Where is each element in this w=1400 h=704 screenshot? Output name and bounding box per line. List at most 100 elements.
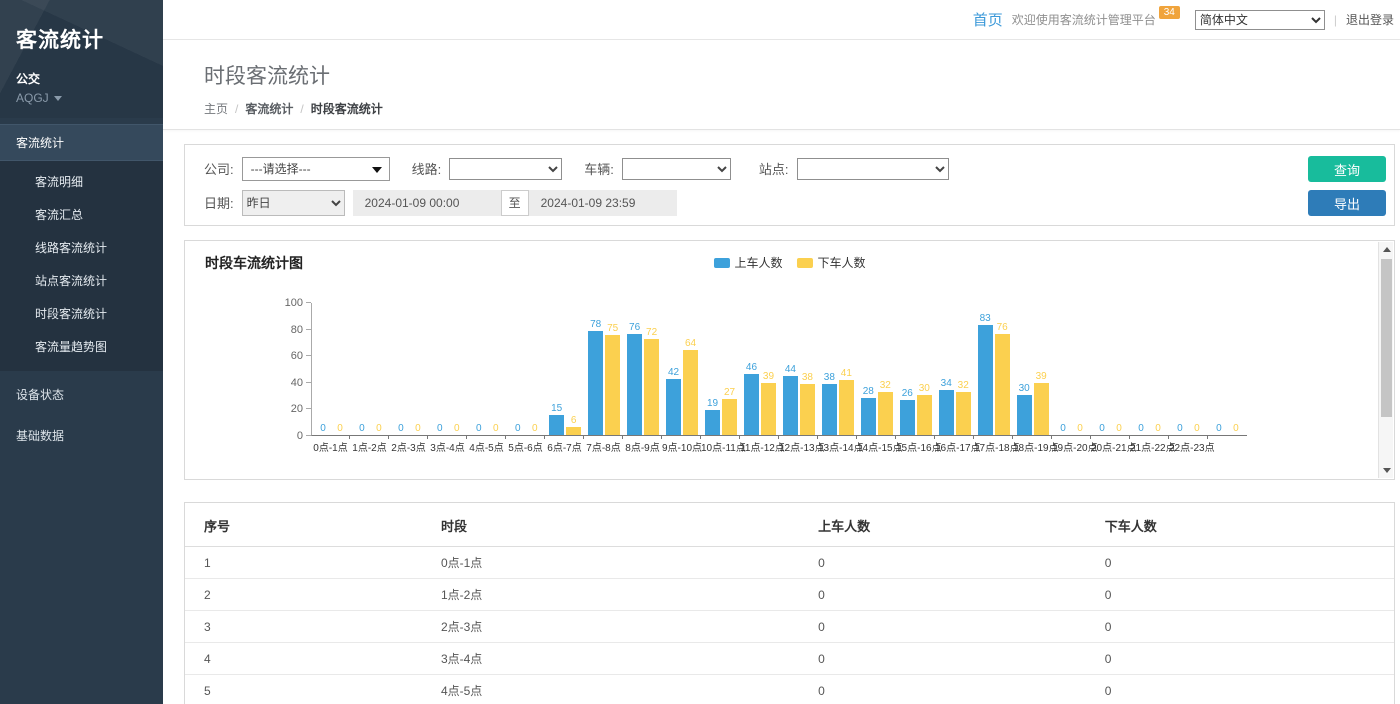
caret-down-icon — [372, 167, 382, 173]
date-end-input[interactable] — [529, 190, 677, 216]
line-select[interactable] — [449, 158, 562, 180]
bar-column: 64 — [683, 303, 698, 435]
bar-value-label: 64 — [685, 337, 696, 350]
logout-link[interactable]: 退出登录 — [1346, 11, 1394, 28]
station-label: 站点: — [759, 159, 789, 178]
bar-group: 15 6 — [546, 303, 585, 435]
station-select[interactable] — [797, 158, 949, 180]
bar-value-label: 0 — [437, 422, 443, 435]
home-link[interactable]: 首页 — [973, 9, 1003, 30]
bar-column: 30 — [1017, 303, 1032, 435]
bar-column: 72 — [644, 303, 659, 435]
bar — [705, 410, 720, 435]
bar-column: 42 — [666, 303, 681, 435]
date-preset-select[interactable]: 昨日 — [242, 190, 345, 216]
x-axis-label: 17点-18点 — [974, 436, 1013, 454]
bar-column: 6 — [566, 303, 581, 435]
scrollbar-thumb[interactable] — [1381, 259, 1392, 417]
table-cell: 2点-3点 — [422, 611, 799, 643]
table-row: 54点-5点00 — [185, 675, 1394, 704]
bar-group: 00 — [1169, 303, 1208, 435]
bar — [722, 399, 737, 435]
sidebar-subitem-线路客流统计[interactable]: 线路客流统计 — [0, 231, 163, 264]
bar-value-label: 46 — [746, 361, 757, 374]
chart-scrollbar[interactable] — [1378, 242, 1393, 478]
bar — [878, 392, 893, 435]
x-axis-label: 4点-5点 — [467, 436, 506, 454]
sidebar-subitem-客流量趋势图[interactable]: 客流量趋势图 — [0, 330, 163, 363]
bar-group: 3039 — [1013, 303, 1052, 435]
table-cell: 0 — [799, 611, 1086, 643]
bar-column: 0 — [1211, 303, 1226, 435]
sidebar-subitem-客流汇总[interactable]: 客流汇总 — [0, 198, 163, 231]
export-button[interactable]: 导出 — [1308, 190, 1386, 216]
bar-value-label: 30 — [1019, 382, 1030, 395]
bar-value-label: 32 — [958, 379, 969, 392]
bar-value-label: 28 — [863, 385, 874, 398]
sidebar-item-客流统计[interactable]: 客流统计 — [0, 124, 163, 161]
bar-value-label: 0 — [1155, 422, 1161, 435]
legend-item[interactable]: 下车人数 — [797, 254, 866, 271]
arrow-down-icon[interactable] — [1379, 463, 1394, 478]
org-code-dropdown[interactable]: AQGJ — [16, 91, 163, 105]
bar-group: 76 72 — [624, 303, 663, 435]
bar-value-label: 0 — [337, 422, 343, 435]
bar-column: 0 — [488, 303, 503, 435]
bar-column: 0 — [1189, 303, 1204, 435]
table-row: 21点-2点00 — [185, 579, 1394, 611]
bar-value-label: 39 — [763, 370, 774, 383]
sidebar-subitem-时段客流统计[interactable]: 时段客流统计 — [0, 297, 163, 330]
bar — [783, 376, 798, 435]
breadcrumb-item[interactable]: 主页 — [204, 102, 228, 116]
query-button[interactable]: 查询 — [1308, 156, 1386, 182]
legend-label: 上车人数 — [734, 254, 782, 271]
bar-value-label: 0 — [1060, 422, 1066, 435]
sidebar-subitem-客流明细[interactable]: 客流明细 — [0, 165, 163, 198]
bar-group: 00 — [468, 303, 507, 435]
notification-badge[interactable]: 34 — [1159, 6, 1180, 19]
bar-column: 0 — [1172, 303, 1187, 435]
bar-value-label: 0 — [493, 422, 499, 435]
bar-group: 3432 — [935, 303, 974, 435]
x-axis-label: 12点-13点 — [779, 436, 818, 454]
bar-group: 00 — [1208, 303, 1247, 435]
bar-value-label: 26 — [902, 387, 913, 400]
y-axis-tick-label: 100 — [285, 297, 303, 309]
arrow-up-icon[interactable] — [1379, 242, 1394, 257]
company-select[interactable]: ---请选择--- — [242, 157, 390, 181]
bar-group: 00 — [351, 303, 390, 435]
table-cell: 0 — [799, 643, 1086, 675]
bar-value-label: 41 — [841, 367, 852, 380]
y-axis-tick-label: 20 — [291, 403, 303, 415]
bar — [666, 379, 681, 435]
language-select[interactable]: 简体中文 — [1195, 10, 1325, 30]
bar-group: 1927 — [702, 303, 741, 435]
org-label: 公交 — [16, 70, 163, 87]
y-axis-tick-label: 0 — [297, 430, 303, 442]
bar-column: 19 — [705, 303, 720, 435]
sidebar-item-基础数据[interactable]: 基础数据 — [0, 418, 163, 453]
x-axis-label: 5点-6点 — [506, 436, 545, 454]
date-start-input[interactable] — [353, 190, 501, 216]
sidebar-subitem-站点客流统计[interactable]: 站点客流统计 — [0, 264, 163, 297]
y-axis-tick — [306, 382, 311, 383]
bar-value-label: 76 — [629, 321, 640, 334]
bar — [566, 427, 581, 435]
bar-column: 41 — [839, 303, 854, 435]
bar-column: 46 — [744, 303, 759, 435]
bar — [605, 335, 620, 435]
bar-group: 00 — [1052, 303, 1091, 435]
sidebar-item-设备状态[interactable]: 设备状态 — [0, 377, 163, 412]
bar-value-label: 72 — [646, 326, 657, 339]
bar — [761, 383, 776, 435]
bar-column: 0 — [315, 303, 330, 435]
bar-column: 39 — [761, 303, 776, 435]
legend-item[interactable]: 上车人数 — [713, 254, 782, 271]
bar-value-label: 15 — [551, 402, 562, 415]
table-cell: 0 — [1086, 643, 1394, 675]
vehicle-select[interactable] — [622, 158, 731, 180]
bar — [627, 334, 642, 435]
x-axis-label: 11点-12点 — [740, 436, 779, 454]
breadcrumb-item[interactable]: 客流统计 — [245, 102, 293, 116]
topbar: 首页 欢迎使用客流统计管理平台 34 简体中文 | 退出登录 — [163, 0, 1400, 40]
